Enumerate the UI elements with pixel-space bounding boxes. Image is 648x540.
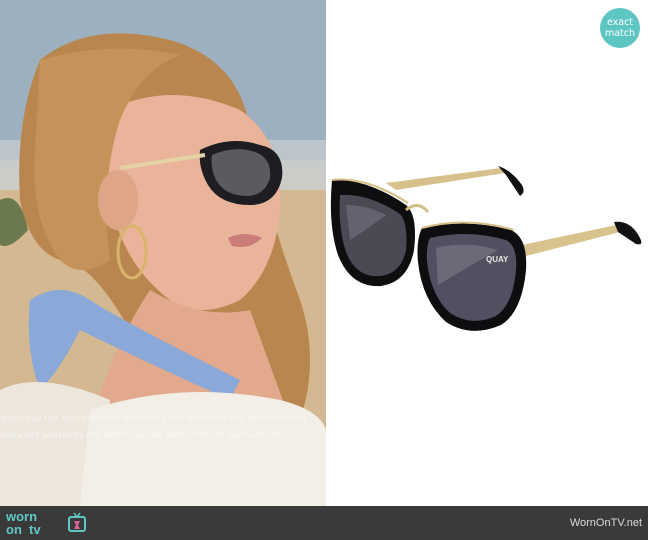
sunglasses-icon: QUAY (330, 166, 642, 331)
logo-word-on: on (6, 522, 22, 537)
site-url[interactable]: WornOnTV.net (570, 517, 642, 529)
tv-icon (68, 512, 86, 532)
logo-word-tv: tv (29, 522, 41, 537)
product-photo: QUAY exact match (326, 0, 648, 506)
svg-text:QUAY: QUAY (486, 255, 509, 264)
badge-line-1: exact (606, 17, 634, 28)
badge-line-2: match (604, 28, 636, 39)
celebrity-photo: wornontv.net wornontv.net wornontv.net w… (0, 0, 326, 506)
watermark-row: wornontv.net wornontv.net wornontv.net w… (0, 430, 287, 441)
footer-bar: worn on tv WornOnTV.net (0, 506, 648, 540)
watermark-row: wornontv.net wornontv.net wornontv.net w… (0, 413, 307, 424)
site-logo[interactable]: worn on tv (6, 510, 86, 536)
exact-match-badge: exact match (600, 8, 640, 48)
